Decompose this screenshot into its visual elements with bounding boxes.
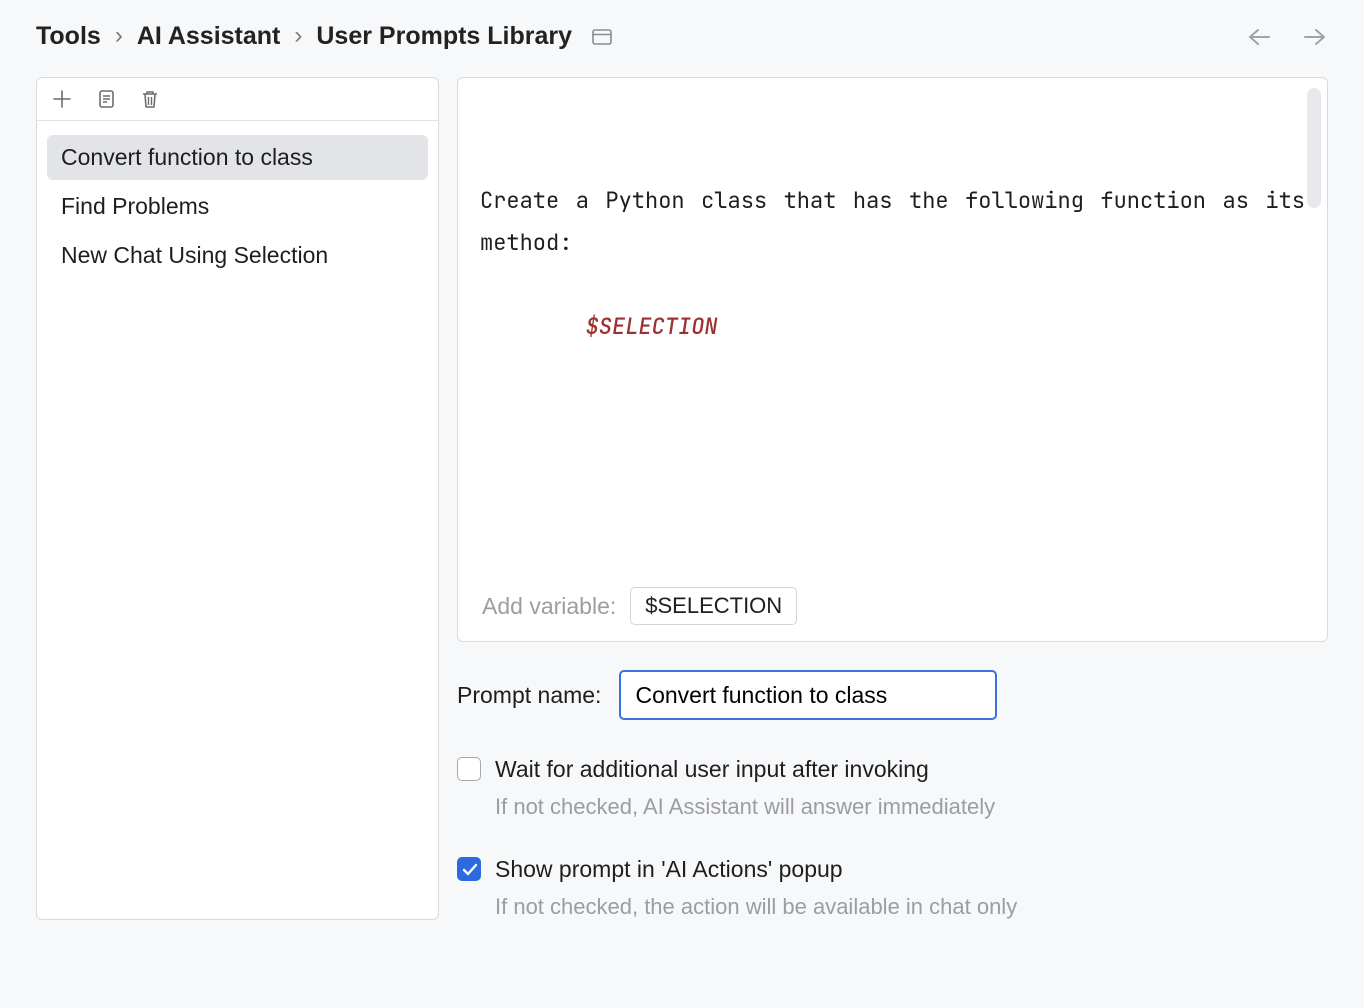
copy-prompt-icon[interactable] (95, 88, 117, 110)
breadcrumb-tools[interactable]: Tools (36, 22, 101, 51)
forward-arrow-icon[interactable] (1302, 27, 1328, 47)
sidebar-toolbar (37, 78, 438, 121)
add-variable-label: Add variable: (482, 593, 616, 620)
prompt-editor-panel: Create a Python class that has the follo… (457, 77, 1328, 642)
breadcrumb: Tools › AI Assistant › User Prompts Libr… (36, 22, 612, 51)
wait-for-input-label: Wait for additional user input after inv… (495, 754, 929, 784)
editor-scrollbar[interactable] (1307, 88, 1321, 208)
prompt-name-input[interactable] (619, 670, 997, 720)
prompt-name-label: Prompt name: (457, 682, 601, 709)
wait-for-input-description: If not checked, AI Assistant will answer… (495, 794, 1328, 820)
breadcrumb-user-prompts-library[interactable]: User Prompts Library (316, 22, 572, 51)
prompt-item-new-chat-selection[interactable]: New Chat Using Selection (47, 233, 428, 278)
detach-window-icon[interactable] (592, 29, 612, 45)
chevron-right-icon: › (294, 22, 302, 50)
add-prompt-icon[interactable] (51, 88, 73, 110)
show-in-actions-label: Show prompt in 'AI Actions' popup (495, 854, 843, 884)
back-arrow-icon[interactable] (1246, 27, 1272, 47)
prompt-variable-selection: $SELECTION (586, 312, 718, 341)
show-in-actions-description: If not checked, the action will be avail… (495, 894, 1328, 920)
variable-chip-selection[interactable]: $SELECTION (630, 587, 797, 625)
chevron-right-icon: › (115, 22, 123, 50)
prompt-item-find-problems[interactable]: Find Problems (47, 184, 428, 229)
delete-prompt-icon[interactable] (139, 88, 161, 110)
wait-for-input-checkbox[interactable] (457, 757, 481, 781)
prompt-item-convert-function[interactable]: Convert function to class (47, 135, 428, 180)
prompt-list: Convert function to class Find Problems … (37, 121, 438, 292)
nav-arrows (1246, 27, 1328, 47)
prompt-body-text: Create a Python class that has the follo… (480, 180, 1305, 264)
prompt-editor[interactable]: Create a Python class that has the follo… (458, 78, 1327, 575)
prompts-sidebar: Convert function to class Find Problems … (36, 77, 439, 920)
show-in-actions-checkbox[interactable] (457, 857, 481, 881)
breadcrumb-ai-assistant[interactable]: AI Assistant (137, 22, 281, 51)
